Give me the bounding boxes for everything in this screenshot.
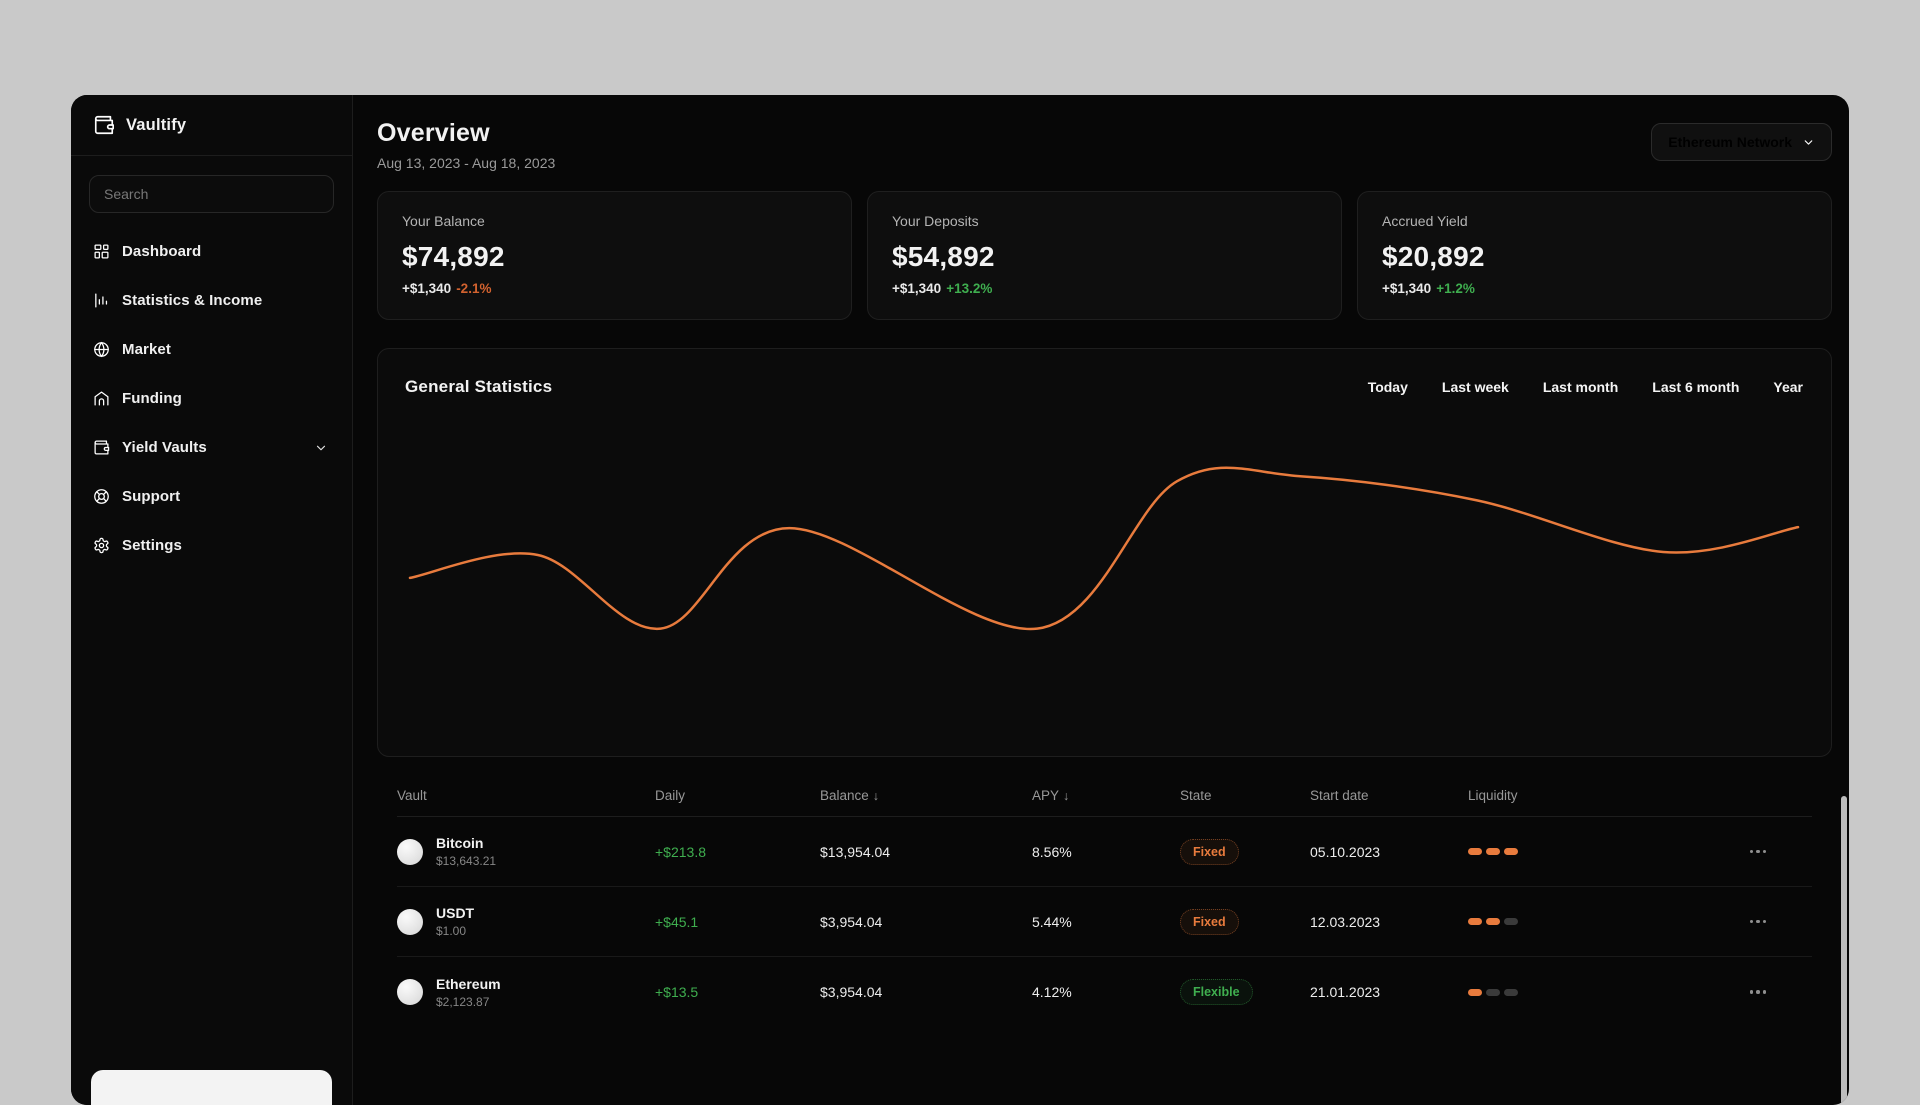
page-title: Overview: [377, 119, 490, 147]
delta-percent: +1.2%: [1436, 281, 1475, 296]
bank-icon: [93, 390, 110, 407]
yield-value: $20,892: [1382, 241, 1485, 272]
sidebar: Vaultify Dashboard: [71, 95, 353, 1105]
apy-cell: 8.56%: [1032, 843, 1072, 860]
app-title: Vaultify: [126, 115, 187, 134]
col-balance[interactable]: Balance ↓: [820, 788, 1032, 803]
delta-amount: +$1,340: [1382, 281, 1432, 296]
coin-icon: [397, 979, 423, 1005]
sidebar-item-settings[interactable]: Settings: [71, 521, 352, 570]
state-badge: Fixed: [1180, 908, 1239, 935]
apy-cell: 4.12%: [1032, 984, 1072, 1000]
statistics-line-chart: [408, 466, 1800, 631]
sidebar-item-market[interactable]: Market: [71, 325, 352, 374]
chevron-down-icon[interactable]: [314, 441, 328, 455]
grid-icon: [93, 243, 110, 260]
stat-card-deposits: Your Deposits $54,892 +$1,340 +13.2%: [867, 191, 1342, 320]
daily-value: +$13.5: [655, 984, 699, 1000]
vault-price: $13,643.21: [436, 854, 497, 868]
balance-cell: $3,954.04: [820, 984, 883, 1000]
col-start-date: Start date: [1310, 788, 1369, 803]
sort-desc-icon: ↓: [1063, 789, 1070, 803]
date-range: Aug 13, 2023 - Aug 18, 2023: [377, 155, 556, 171]
stat-card-yield: Accrued Yield $20,892 +$1,340 +1.2%: [1357, 191, 1832, 320]
liquidity-indicator: [1468, 918, 1605, 925]
col-vault: Vault: [397, 788, 427, 803]
row-menu-icon[interactable]: [1749, 919, 1766, 924]
stat-card-balance: Your Balance $74,892 +$1,340 -2.1%: [377, 191, 852, 320]
vault-name: Ethereum: [436, 975, 501, 992]
delta-amount: +$1,340: [402, 281, 452, 296]
liquidity-indicator: [1468, 848, 1605, 855]
sidebar-item-dashboard[interactable]: Dashboard: [71, 227, 352, 276]
vaults-table: Vault Daily Balance ↓ APY ↓ State Start da…: [377, 775, 1832, 1027]
coin-icon: [397, 838, 423, 865]
table-header: Vault Daily Balance ↓ APY ↓ State Start da…: [397, 775, 1812, 817]
liquidity-indicator: [1468, 988, 1605, 996]
deposits-value: $54,892: [892, 241, 995, 272]
state-badge: Flexible: [1180, 979, 1253, 1005]
sidebar-item-support[interactable]: Support: [71, 472, 352, 521]
balance-cell: $13,954.04: [820, 843, 891, 860]
coin-icon: [397, 908, 423, 935]
daily-value: +$45.1: [655, 913, 699, 930]
state-badge: Fixed: [1180, 838, 1239, 865]
sidebar-item-statistics-income[interactable]: Statistics & Income: [71, 276, 352, 325]
sidebar-bottom-card[interactable]: [91, 1070, 332, 1105]
vault-name: Bitcoin: [436, 835, 484, 851]
col-state: State: [1180, 788, 1212, 803]
logo: Vaultify: [71, 95, 352, 156]
delta-amount: +$1,340: [892, 281, 942, 296]
network-selector[interactable]: Ethereum Network: [1651, 123, 1832, 161]
main-header: Overview Aug 13, 2023 - Aug 18, 2023 Eth…: [377, 119, 1832, 171]
vault-price: $2,123.87: [436, 994, 490, 1009]
col-liquidity: Liquidity: [1468, 788, 1518, 803]
balance-cell: $3,954.04: [820, 913, 883, 930]
wallet-icon: [93, 114, 115, 136]
sidebar-nav: Dashboard Statistics & Income Market Fun…: [71, 227, 352, 570]
col-apy[interactable]: APY ↓: [1032, 788, 1180, 803]
table-row-ethereum[interactable]: Ethereum $2,123.87 +$13.5 $3,954.04 4.12…: [397, 957, 1812, 1027]
app-window: Vaultify Dashboard: [71, 95, 1849, 1105]
search-input[interactable]: [104, 186, 319, 202]
row-menu-icon[interactable]: [1749, 849, 1766, 854]
chevron-down-icon: [1802, 136, 1815, 149]
start-date-cell: 12.03.2023: [1310, 913, 1381, 930]
scrollbar-thumb[interactable]: [1841, 796, 1847, 1105]
balance-value: $74,892: [402, 241, 505, 272]
wallet-icon: [93, 439, 110, 456]
main-content: Overview Aug 13, 2023 - Aug 18, 2023 Eth…: [353, 95, 1849, 1105]
general-statistics-panel: General Statistics Today Last week Last …: [377, 348, 1832, 757]
start-date-cell: 05.10.2023: [1310, 843, 1381, 860]
globe-icon: [93, 341, 110, 358]
vault-price: $1.00: [436, 924, 467, 938]
search-box: [89, 175, 334, 213]
gear-icon: [93, 537, 110, 554]
row-menu-icon[interactable]: [1749, 990, 1766, 994]
apy-cell: 5.44%: [1032, 913, 1072, 930]
table-row-bitcoin[interactable]: Bitcoin $13,643.21 +$213.8 $13,954.04 8.…: [397, 817, 1812, 887]
delta-percent: -2.1%: [456, 281, 492, 296]
vault-name: USDT: [436, 905, 475, 921]
sidebar-item-yield-vaults[interactable]: Yield Vaults: [71, 423, 352, 472]
delta-percent: +13.2%: [946, 281, 993, 296]
bar-chart-icon: [93, 292, 110, 309]
daily-value: +$213.8: [655, 843, 706, 860]
sidebar-item-funding[interactable]: Funding: [71, 374, 352, 423]
lifebuoy-icon: [93, 488, 110, 505]
start-date-cell: 21.01.2023: [1310, 984, 1381, 1000]
sort-desc-icon: ↓: [872, 789, 880, 803]
stat-cards: Your Balance $74,892 +$1,340 -2.1% Your D…: [377, 191, 1832, 320]
table-row-usdt[interactable]: USDT $1.00 +$45.1 $3,954.04 5.44% Fixed …: [397, 887, 1812, 957]
col-daily: Daily: [655, 788, 686, 803]
